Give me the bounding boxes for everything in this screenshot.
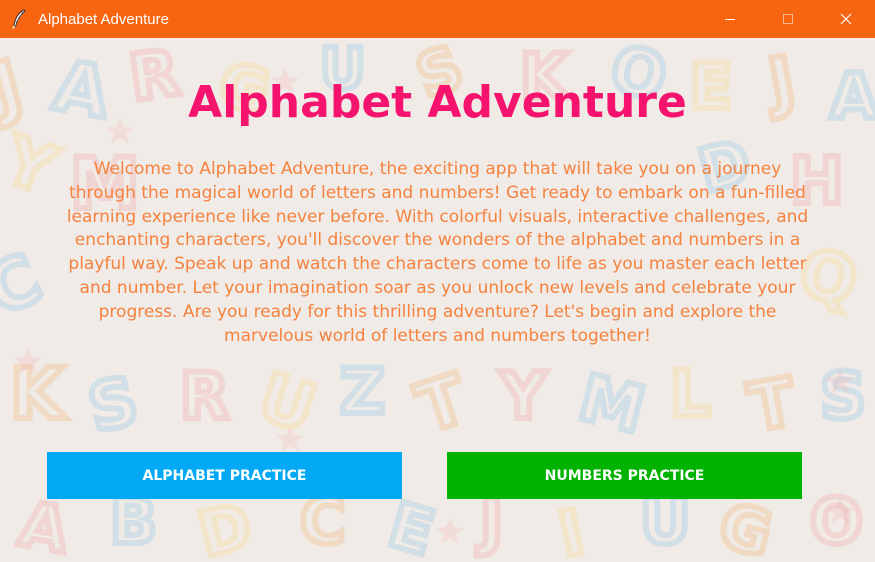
window-controls bbox=[701, 0, 875, 38]
svg-text:T: T bbox=[408, 360, 477, 450]
svg-text:L: L bbox=[670, 358, 711, 432]
intro-paragraph: Welcome to Alphabet Adventure, the excit… bbox=[66, 159, 809, 346]
alphabet-practice-button[interactable]: ALPHABET PRACTICE bbox=[47, 452, 402, 499]
svg-text:Y: Y bbox=[0, 121, 67, 210]
svg-text:G: G bbox=[712, 488, 779, 562]
page-title: Alphabet Adventure bbox=[188, 77, 687, 128]
close-icon bbox=[840, 10, 852, 29]
numbers-practice-button[interactable]: NUMBERS PRACTICE bbox=[447, 452, 802, 499]
main-content: J A R G U S K O E J A Y M D H C Q K S R bbox=[0, 38, 875, 562]
svg-text:Y: Y bbox=[499, 360, 547, 434]
svg-text:I: I bbox=[553, 495, 591, 562]
title-bar[interactable]: Alphabet Adventure bbox=[0, 0, 875, 38]
svg-text:M: M bbox=[572, 361, 652, 448]
svg-text:C: C bbox=[0, 239, 53, 332]
svg-text:E: E bbox=[381, 488, 442, 562]
svg-text:R: R bbox=[180, 360, 229, 434]
feather-icon bbox=[0, 0, 38, 38]
svg-text:S: S bbox=[820, 360, 866, 434]
window-title: Alphabet Adventure bbox=[38, 10, 169, 28]
minimize-icon bbox=[724, 10, 736, 29]
svg-text:O: O bbox=[810, 485, 863, 558]
svg-text:S: S bbox=[82, 362, 145, 447]
maximize-icon bbox=[782, 10, 794, 29]
maximize-button[interactable] bbox=[759, 0, 817, 38]
svg-text:D: D bbox=[191, 489, 259, 562]
svg-text:Z: Z bbox=[340, 355, 385, 428]
minimize-button[interactable] bbox=[701, 0, 759, 38]
svg-text:T: T bbox=[743, 363, 801, 447]
svg-text:K: K bbox=[10, 353, 67, 435]
app-window: Alphabet Adventure J A R G U S K O E J A… bbox=[0, 0, 875, 562]
close-button[interactable] bbox=[817, 0, 875, 38]
